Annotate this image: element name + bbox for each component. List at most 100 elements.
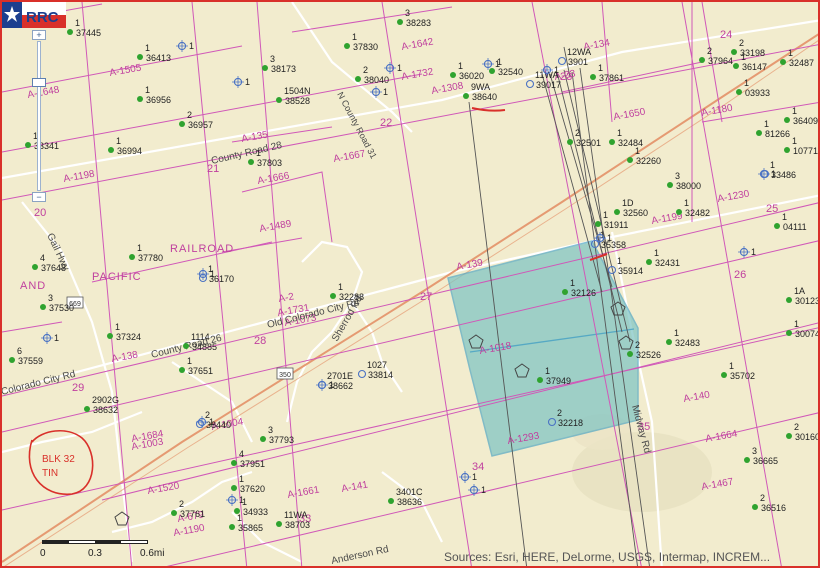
oil-well-icon[interactable] bbox=[731, 49, 737, 55]
well-api-number[interactable]: 32482 bbox=[685, 208, 710, 218]
well-api-number[interactable]: 38703 bbox=[285, 520, 310, 530]
well-api-number[interactable]: 38040 bbox=[364, 75, 389, 85]
oil-well-icon[interactable] bbox=[667, 182, 673, 188]
oil-well-icon[interactable] bbox=[108, 147, 114, 153]
oil-well-icon[interactable] bbox=[397, 19, 403, 25]
well-api-number[interactable]: 34933 bbox=[243, 507, 268, 517]
well-api-number[interactable]: 36516 bbox=[761, 503, 786, 513]
well-api-number[interactable]: 36020 bbox=[459, 71, 484, 81]
oil-well-icon[interactable] bbox=[260, 436, 266, 442]
well-api-number[interactable]: 37964 bbox=[708, 56, 733, 66]
oil-well-icon[interactable] bbox=[276, 521, 282, 527]
well-api-number[interactable]: 32218 bbox=[558, 418, 583, 428]
well-api-number[interactable]: 31911 bbox=[604, 220, 628, 230]
oil-well-icon[interactable] bbox=[736, 89, 742, 95]
well-api-number[interactable]: 37793 bbox=[269, 435, 294, 445]
map-viewport[interactable]: A-132A-1505A-1648A-1198A-135A-1666A-1667… bbox=[0, 0, 820, 568]
well-api-number[interactable]: 37803 bbox=[257, 158, 282, 168]
well-api-number[interactable]: 81266 bbox=[765, 129, 790, 139]
oil-well-icon[interactable] bbox=[614, 209, 620, 215]
well-api-number[interactable]: 32501 bbox=[576, 138, 601, 148]
oil-well-icon[interactable] bbox=[32, 264, 38, 270]
oil-well-icon[interactable] bbox=[231, 460, 237, 466]
well-api-number[interactable]: 38640 bbox=[472, 92, 497, 102]
oil-well-icon[interactable] bbox=[107, 333, 113, 339]
oil-well-icon[interactable] bbox=[183, 343, 189, 349]
map-canvas[interactable]: A-132A-1505A-1648A-1198A-135A-1666A-1667… bbox=[2, 2, 820, 568]
well-api-number[interactable]: 37951 bbox=[240, 459, 265, 469]
well-api-number[interactable]: 38173 bbox=[271, 64, 296, 74]
oil-well-icon[interactable] bbox=[562, 289, 568, 295]
well-api-number[interactable]: 35865 bbox=[238, 523, 263, 533]
oil-well-icon[interactable] bbox=[262, 65, 268, 71]
well-api-number[interactable]: 35914 bbox=[618, 266, 643, 276]
oil-well-icon[interactable] bbox=[627, 157, 633, 163]
oil-well-icon[interactable] bbox=[231, 485, 237, 491]
zoom-in-button[interactable]: + bbox=[32, 30, 46, 40]
oil-well-icon[interactable] bbox=[179, 121, 185, 127]
well-api-number[interactable]: 37530 bbox=[49, 303, 74, 313]
well-api-number[interactable]: 04111 bbox=[783, 222, 807, 232]
oil-well-icon[interactable] bbox=[666, 339, 672, 345]
oil-well-icon[interactable] bbox=[786, 297, 792, 303]
oil-well-icon[interactable] bbox=[786, 433, 792, 439]
well-api-number[interactable]: 37620 bbox=[240, 484, 265, 494]
oil-well-icon[interactable] bbox=[463, 93, 469, 99]
oil-well-icon[interactable] bbox=[84, 406, 90, 412]
well-api-number[interactable]: 32483 bbox=[675, 338, 700, 348]
well-api-number[interactable]: 38632 bbox=[93, 405, 118, 415]
oil-well-icon[interactable] bbox=[699, 57, 705, 63]
well-api-number[interactable]: 38528 bbox=[285, 96, 310, 106]
well-api-number[interactable]: 32487 bbox=[789, 58, 814, 68]
well-api-number[interactable]: 32526 bbox=[636, 350, 661, 360]
oil-well-icon[interactable] bbox=[276, 97, 282, 103]
well-api-number[interactable]: 03933 bbox=[745, 88, 770, 98]
oil-well-icon[interactable] bbox=[595, 221, 601, 227]
oil-well-icon[interactable] bbox=[171, 510, 177, 516]
oil-well-icon[interactable] bbox=[330, 293, 336, 299]
oil-well-icon[interactable] bbox=[756, 130, 762, 136]
well-api-number[interactable]: 36147 bbox=[742, 62, 767, 72]
oil-well-icon[interactable] bbox=[733, 63, 739, 69]
well-api-number[interactable]: 30074 bbox=[795, 329, 820, 339]
well-api-number[interactable]: 37780 bbox=[138, 253, 163, 263]
well-api-number[interactable]: 37830 bbox=[353, 42, 378, 52]
oil-well-icon[interactable] bbox=[248, 159, 254, 165]
well-api-number[interactable]: 33814 bbox=[368, 370, 393, 380]
zoom-out-button[interactable]: − bbox=[32, 192, 46, 202]
well-api-number[interactable]: 37559 bbox=[18, 356, 43, 366]
oil-well-icon[interactable] bbox=[786, 330, 792, 336]
well-api-number[interactable]: 32260 bbox=[636, 156, 661, 166]
oil-well-icon[interactable] bbox=[780, 59, 786, 65]
well-api-number[interactable]: 37861 bbox=[599, 73, 624, 83]
well-api-number[interactable]: 36956 bbox=[146, 95, 171, 105]
oil-well-icon[interactable] bbox=[9, 357, 15, 363]
oil-well-icon[interactable] bbox=[137, 54, 143, 60]
oil-well-icon[interactable] bbox=[67, 29, 73, 35]
well-api-number[interactable]: 35702 bbox=[730, 371, 755, 381]
well-api-number[interactable]: 38000 bbox=[676, 181, 701, 191]
oil-well-icon[interactable] bbox=[567, 139, 573, 145]
oil-well-icon[interactable] bbox=[537, 377, 543, 383]
well-api-number[interactable]: 37648 bbox=[41, 263, 66, 273]
well-api-number[interactable]: 38636 bbox=[397, 497, 422, 507]
well-api-number[interactable]: 32560 bbox=[623, 208, 648, 218]
well-api-number[interactable]: 34885 bbox=[192, 342, 217, 352]
well-api-number[interactable]: 37324 bbox=[116, 332, 141, 342]
well-api-number[interactable]: 37651 bbox=[188, 366, 213, 376]
oil-well-icon[interactable] bbox=[609, 139, 615, 145]
oil-well-icon[interactable] bbox=[355, 76, 361, 82]
oil-well-icon[interactable] bbox=[784, 117, 790, 123]
oil-well-icon[interactable] bbox=[450, 72, 456, 78]
oil-well-icon[interactable] bbox=[25, 142, 31, 148]
oil-well-icon[interactable] bbox=[676, 209, 682, 215]
well-api-number[interactable]: 36957 bbox=[188, 120, 213, 130]
oil-well-icon[interactable] bbox=[129, 254, 135, 260]
well-api-number[interactable]: 37445 bbox=[76, 28, 101, 38]
oil-well-icon[interactable] bbox=[40, 304, 46, 310]
oil-well-icon[interactable] bbox=[590, 74, 596, 80]
oil-well-icon[interactable] bbox=[627, 351, 633, 357]
well-api-number[interactable]: 36413 bbox=[146, 53, 171, 63]
oil-well-icon[interactable] bbox=[179, 367, 185, 373]
oil-well-icon[interactable] bbox=[388, 498, 394, 504]
